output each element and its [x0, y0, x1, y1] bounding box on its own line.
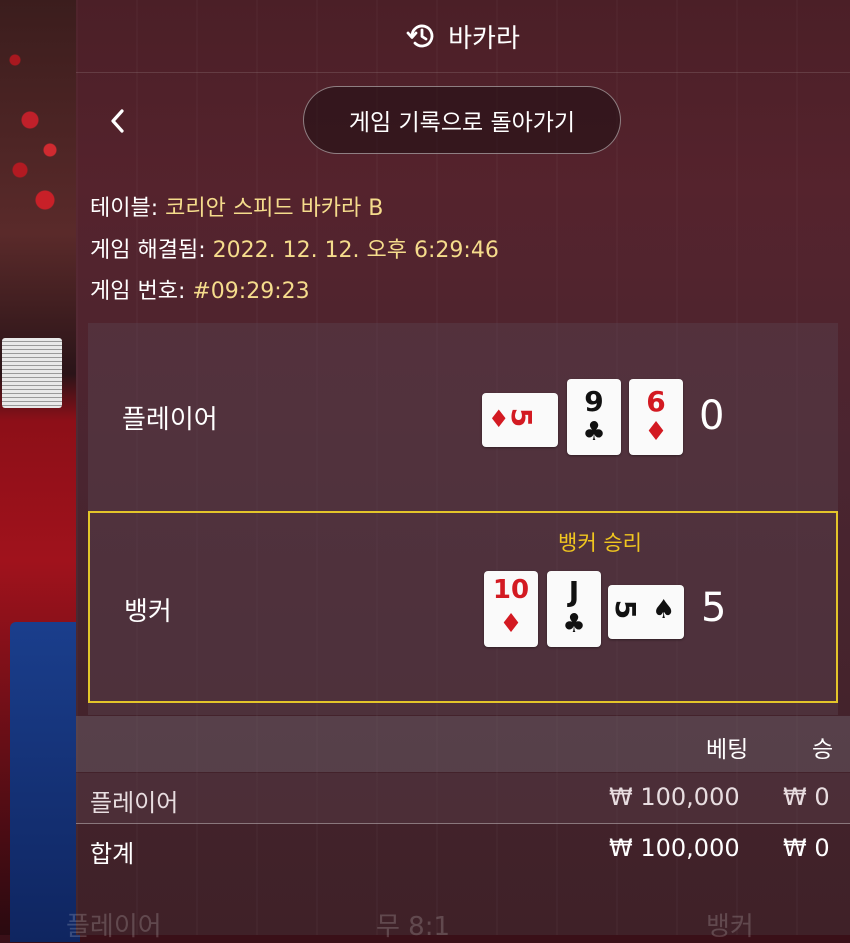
resolved-value: 2022. 12. 12. 오후 6:29:46 [212, 238, 499, 263]
player-card-3: 6 ♦ [629, 379, 683, 455]
game-result: 플레이어 5 ♦ 9 ♣ 6 ♦ 0 뱅커 승리 뱅커 10 ♦ J ♣ 5 ♠… [88, 323, 838, 715]
banker-card-2: J ♣ [547, 571, 601, 647]
spade-icon: ♠ [652, 595, 676, 625]
history-icon [406, 21, 436, 51]
card-rank: 5 [505, 407, 539, 428]
row-name: 플레이어 [90, 789, 179, 817]
row-win: ₩ 0 [783, 834, 830, 862]
header-bar: 바카라 [76, 0, 850, 73]
win-column-header: 승 [812, 737, 834, 763]
resolved-label: 게임 해결됨: [90, 238, 206, 263]
row-name: 합계 [90, 840, 135, 868]
table-info: 테이블: 코리안 스피드 바카라 B [90, 190, 383, 222]
card-rank: 10 [492, 575, 530, 605]
banker-card-1: 10 ♦ [484, 571, 538, 647]
player-card-2: 9 ♣ [567, 379, 621, 455]
banker-total: 5 [701, 585, 727, 631]
player-card-1: 5 ♦ [482, 393, 558, 447]
banker-win-label: 뱅커 승리 [558, 531, 642, 555]
banker-label: 뱅커 [124, 597, 172, 627]
background-card-shoe [2, 338, 62, 408]
back-to-history-button[interactable]: 게임 기록으로 돌아가기 [303, 86, 621, 154]
row-bet: ₩ 100,000 [609, 783, 740, 811]
diamond-icon: ♦ [488, 405, 510, 433]
banker-hand: 뱅커 승리 뱅커 10 ♦ J ♣ 5 ♠ 5 [88, 511, 838, 703]
background-label-banker: 뱅커 [706, 912, 754, 942]
resolved-info: 게임 해결됨: 2022. 12. 12. 오후 6:29:46 [90, 232, 499, 264]
club-icon: ♣ [582, 417, 606, 447]
player-total: 0 [699, 393, 725, 439]
chevron-left-icon[interactable] [106, 106, 130, 136]
bet-column-header: 베팅 [706, 737, 749, 763]
table-row-total: 합계 ₩ 100,000 ₩ 0 [76, 824, 850, 874]
row-bet: ₩ 100,000 [609, 834, 740, 862]
banker-card-3: 5 ♠ [608, 585, 684, 639]
card-rank: 5 [609, 599, 643, 620]
table-value: 코리안 스피드 바카라 B [165, 196, 384, 221]
card-rank: 9 [584, 385, 604, 418]
player-hand: 플레이어 5 ♦ 9 ♣ 6 ♦ 0 [88, 323, 838, 513]
game-number-label: 게임 번호: [90, 279, 186, 304]
page-title: 바카라 [448, 23, 520, 54]
game-number-value: #09:29:23 [192, 279, 310, 304]
club-icon: ♣ [562, 609, 586, 639]
diamond-icon: ♦ [499, 609, 523, 639]
game-number-info: 게임 번호: #09:29:23 [90, 273, 310, 305]
background-label-tie: 무 8:1 [376, 912, 451, 942]
card-rank: 6 [646, 385, 666, 418]
game-detail-panel: 바카라 게임 기록으로 돌아가기 테이블: 코리안 스피드 바카라 B 게임 해… [66, 0, 850, 942]
background-label-player: 플레이어 [66, 912, 162, 942]
bets-table-header: 베팅 승 [76, 716, 850, 772]
card-rank: J [568, 575, 580, 608]
background-bet-spot [10, 622, 80, 942]
player-label: 플레이어 [122, 405, 218, 435]
row-win: ₩ 0 [783, 783, 830, 811]
table-label: 테이블: [90, 196, 159, 221]
diamond-icon: ♦ [644, 417, 668, 447]
table-row: 플레이어 ₩ 100,000 ₩ 0 [76, 773, 850, 824]
navigation-row: 게임 기록으로 돌아가기 [76, 84, 850, 160]
